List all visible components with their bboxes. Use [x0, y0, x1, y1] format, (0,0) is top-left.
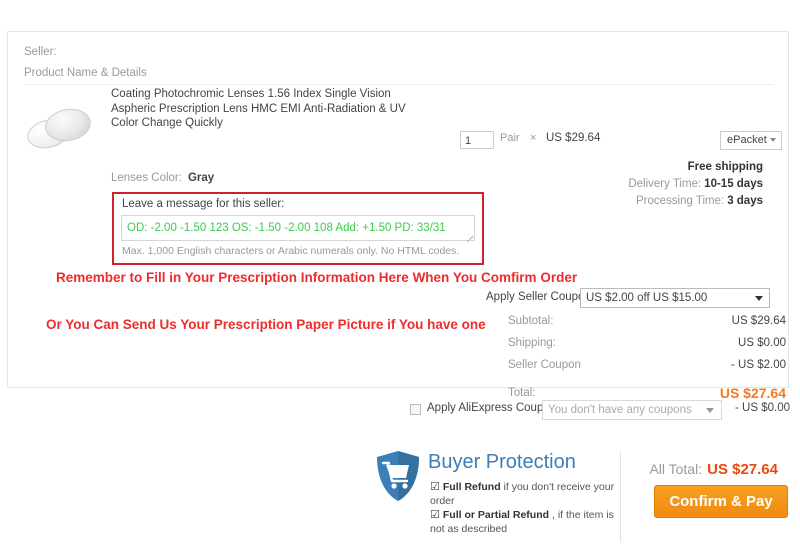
message-label: Leave a message for this seller: [122, 198, 285, 210]
quantity-input[interactable]: 1 [460, 131, 494, 149]
seller-coupon-row: Apply Seller Coupon: US $2.00 off US $15… [486, 288, 786, 308]
apply-aliexpress-coupon-label: Apply AliExpress Coupon: [427, 402, 560, 414]
seller-coupon-discount-value: - US $2.00 [731, 359, 786, 371]
full-refund-label: Full Refund [442, 481, 501, 493]
total-row: Shipping: US $0.00 [508, 337, 786, 359]
aliexpress-coupon-value: You don't have any coupons [548, 404, 692, 416]
seller-label: Seller: [24, 46, 57, 58]
product-variant-color: Lenses Color: Gray [111, 172, 214, 184]
textarea-resize-handle[interactable] [466, 233, 474, 241]
buyer-protection-item: ☑ Full or Partial Refund , if the item is… [430, 509, 615, 536]
chevron-down-icon [755, 296, 763, 301]
seller-coupon-label: Apply Seller Coupon: [486, 291, 595, 303]
shipping-value: US $0.00 [738, 337, 786, 349]
total-row: Seller Coupon - US $2.00 [508, 359, 786, 381]
product-name-details-label: Product Name & Details [24, 67, 147, 79]
shield-cart-icon [375, 450, 421, 502]
aliexpress-coupon-amount: - US $0.00 [735, 402, 790, 414]
subtotal-value: US $29.64 [731, 315, 786, 327]
lenses-color-value: Gray [187, 172, 215, 184]
vertical-divider [620, 452, 621, 542]
aliexpress-coupon-select[interactable]: You don't have any coupons [542, 400, 722, 420]
total-row: Subtotal: US $29.64 [508, 315, 786, 337]
seller-message-textarea[interactable]: OD: -2.00 -1.50 123 OS: -1.50 -2.00 108 … [121, 215, 475, 241]
message-highlight-box: Leave a message for this seller: OD: -2.… [112, 192, 484, 265]
totals-list: Subtotal: US $29.64 Shipping: US $0.00 S… [508, 315, 786, 411]
quantity-unit: Pair [500, 132, 520, 144]
delivery-time-value: 10-15 days [704, 178, 763, 190]
free-shipping-label: Free shipping [687, 161, 763, 173]
seller-coupon-value: US $2.00 off US $15.00 [586, 292, 708, 304]
partial-refund-label: Full or Partial Refund [442, 509, 550, 521]
buyer-protection-title: Buyer Protection [428, 451, 576, 473]
header-divider [24, 84, 774, 85]
message-hint: Max. 1,000 English characters or Arabic … [122, 245, 460, 257]
processing-time-label: Processing Time: [635, 195, 725, 207]
annotation-line-1: Remember to Fill in Your Prescription In… [56, 270, 578, 285]
subtotal-label: Subtotal: [508, 315, 554, 327]
total-value: US $27.64 [719, 385, 786, 401]
delivery-time: Delivery Time: 10-15 days [628, 178, 763, 190]
shipping-method-value: ePacket [727, 134, 767, 146]
chevron-down-icon [770, 138, 776, 142]
confirm-and-pay-button[interactable]: Confirm & Pay [654, 485, 788, 518]
seller-coupon-select[interactable]: US $2.00 off US $15.00 [580, 288, 770, 308]
lenses-color-label: Lenses Color: [111, 172, 182, 184]
all-total: All Total: US $27.64 [649, 461, 778, 478]
shipping-method-select[interactable]: ePacket [720, 131, 782, 150]
product-title[interactable]: Coating Photochromic Lenses 1.56 Index S… [111, 87, 411, 131]
product-thumbnail[interactable] [24, 92, 99, 166]
card-header: Seller: Product Name & Details [8, 32, 788, 84]
processing-time-value: 3 days [727, 195, 763, 207]
multiply-symbol: × [530, 132, 537, 144]
all-total-value: US $27.64 [707, 461, 778, 478]
unit-price: US $29.64 [546, 132, 601, 144]
buyer-protection-panel: Buyer Protection ☑ Full Refund if you don… [372, 447, 622, 547]
all-total-label: All Total: [649, 461, 703, 477]
apply-aliexpress-coupon-checkbox[interactable] [410, 404, 421, 415]
shipping-label: Shipping: [508, 337, 556, 349]
checkbox-checked-icon: ☑ [430, 481, 440, 493]
aliexpress-coupon-row: Apply AliExpress Coupon: You don't have … [410, 400, 790, 420]
processing-time: Processing Time: 3 days [636, 195, 763, 207]
chevron-down-icon [706, 408, 714, 413]
delivery-time-label: Delivery Time: [628, 178, 702, 190]
checkbox-checked-icon: ☑ [430, 509, 440, 521]
buyer-protection-item: ☑ Full Refund if you don't receive your o… [430, 481, 615, 508]
order-summary-card: Seller: Product Name & Details Coating P… [7, 31, 789, 401]
annotation-line-2: Or You Can Send Us Your Prescription Pap… [46, 317, 486, 332]
total-label: Total: [508, 387, 536, 399]
seller-coupon-discount-label: Seller Coupon [508, 359, 581, 371]
